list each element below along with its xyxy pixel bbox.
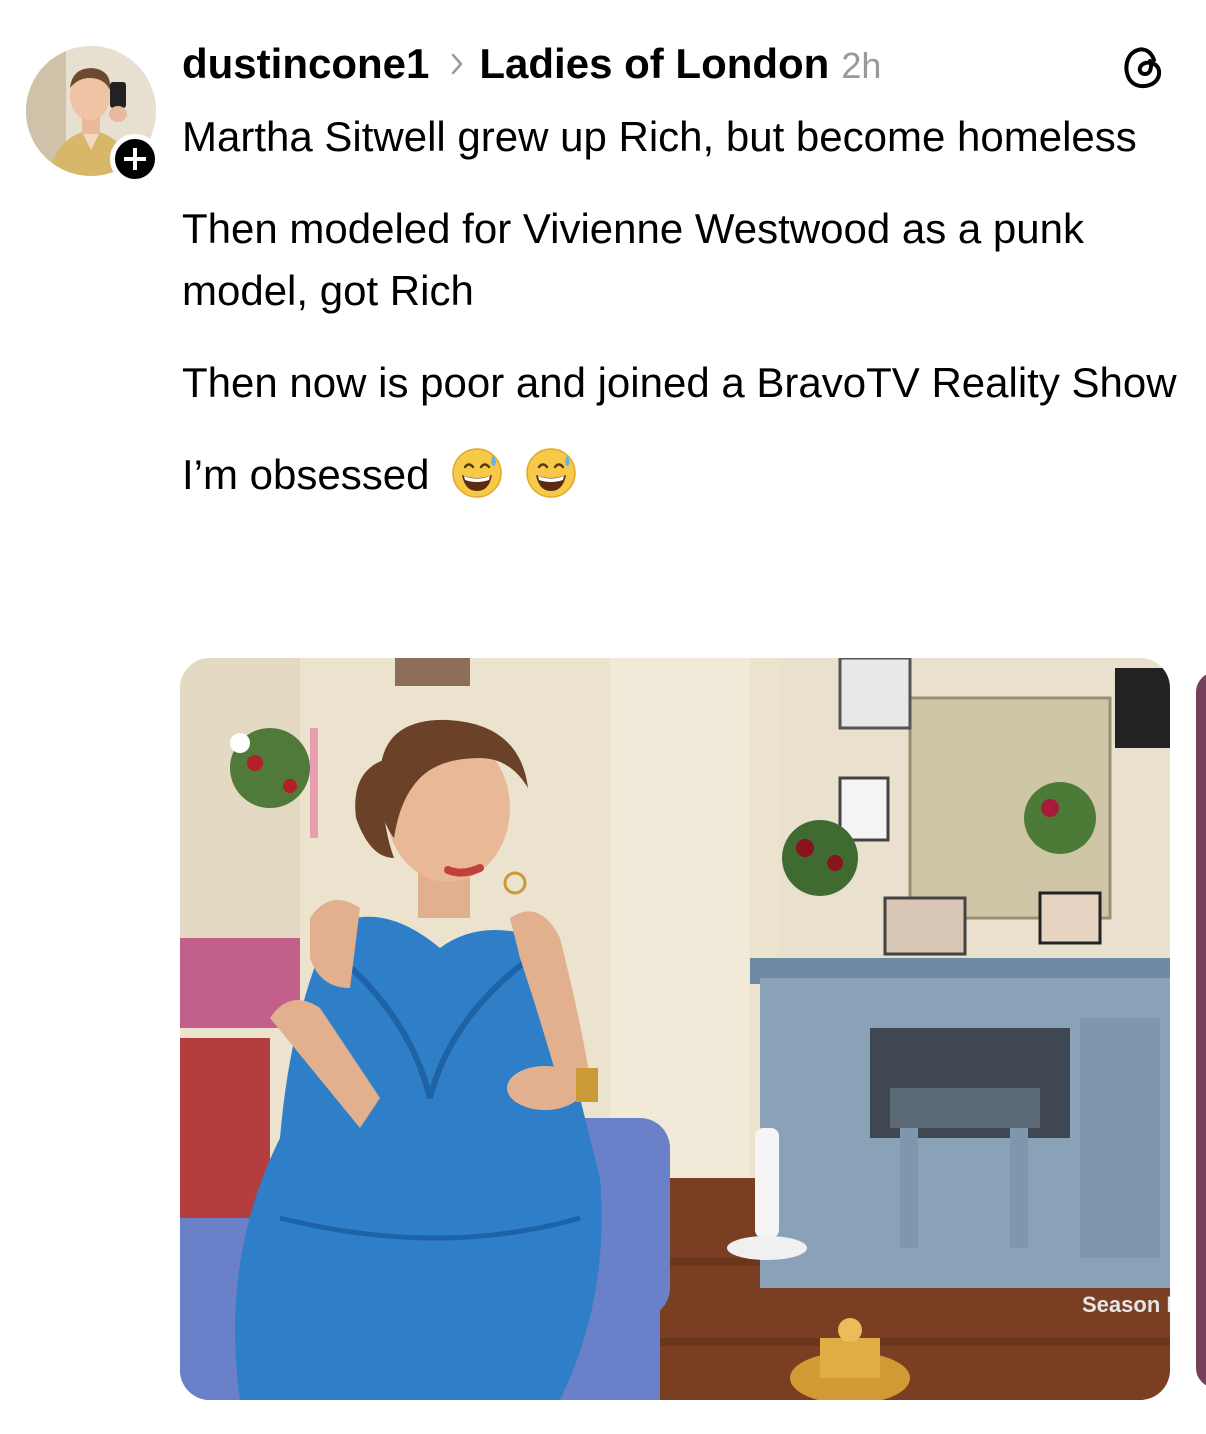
post-paragraph: Then now is poor and joined a BravoTV Re…: [182, 359, 1177, 406]
post-timestamp: 2h: [841, 45, 882, 86]
post-paragraph-last: I’m obsessed: [182, 444, 1182, 506]
grinning-face-with-sweat-icon: [525, 447, 577, 499]
chevron-right-icon: [451, 37, 463, 85]
username-link[interactable]: dustincone1: [182, 40, 429, 88]
post-header: dustincone1 Ladies of London 2h: [182, 40, 881, 90]
plus-icon: [124, 148, 146, 170]
post-paragraph: Then modeled for Vivienne Westwood as a …: [182, 205, 1084, 314]
follow-button[interactable]: [110, 134, 160, 184]
post-paragraph-text: I’m obsessed: [182, 451, 430, 498]
post-text: Martha Sitwell grew up Rich, but become …: [182, 106, 1182, 536]
post-paragraph: Martha Sitwell grew up Rich, but become …: [182, 113, 1137, 160]
next-image-preview[interactable]: [1196, 672, 1206, 1388]
grinning-face-with-sweat-icon: [451, 447, 503, 499]
threads-logo-icon[interactable]: [1118, 42, 1168, 92]
post-image[interactable]: Season F: [180, 658, 1170, 1400]
community-link[interactable]: Ladies of London: [479, 40, 829, 88]
avatar-container[interactable]: [26, 46, 160, 184]
video-caption: Season F: [1082, 1292, 1170, 1317]
